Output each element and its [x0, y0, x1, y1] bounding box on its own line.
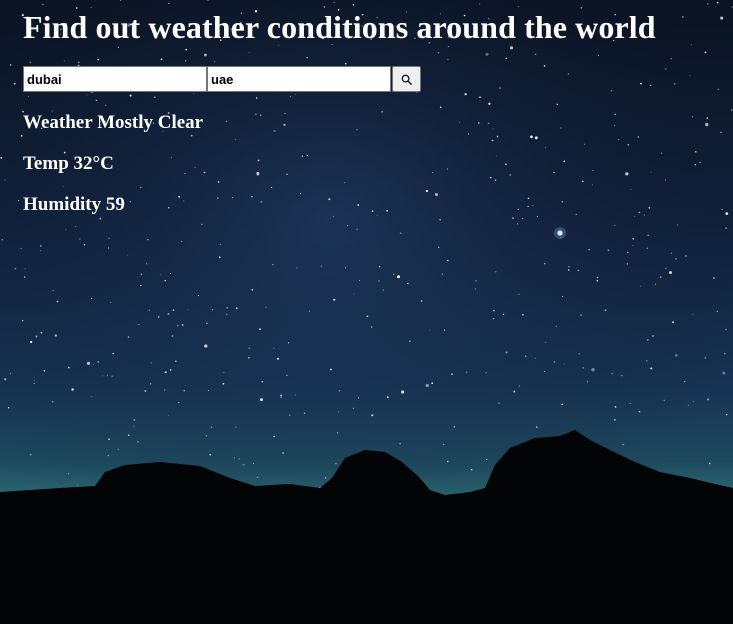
search-icon	[401, 74, 412, 85]
country-input[interactable]	[207, 66, 391, 92]
humidity-label: Humidity	[23, 194, 102, 215]
weather-condition-value: Mostly Clear	[97, 112, 204, 133]
temperature: Temp 32°C	[23, 153, 733, 175]
temperature-value: 32°C	[73, 153, 114, 174]
page-title: Find out weather conditions around the w…	[23, 9, 656, 45]
weather-condition-label: Weather	[23, 112, 93, 133]
humidity-value: 59	[105, 194, 125, 215]
temperature-label: Temp	[23, 153, 69, 174]
humidity: Humidity 59	[23, 194, 733, 216]
city-input[interactable]	[23, 66, 207, 92]
weather-condition: Weather Mostly Clear	[23, 112, 733, 134]
search-form	[23, 66, 733, 92]
search-button[interactable]	[392, 66, 421, 92]
main-content: Find out weather conditions around the w…	[0, 0, 733, 216]
